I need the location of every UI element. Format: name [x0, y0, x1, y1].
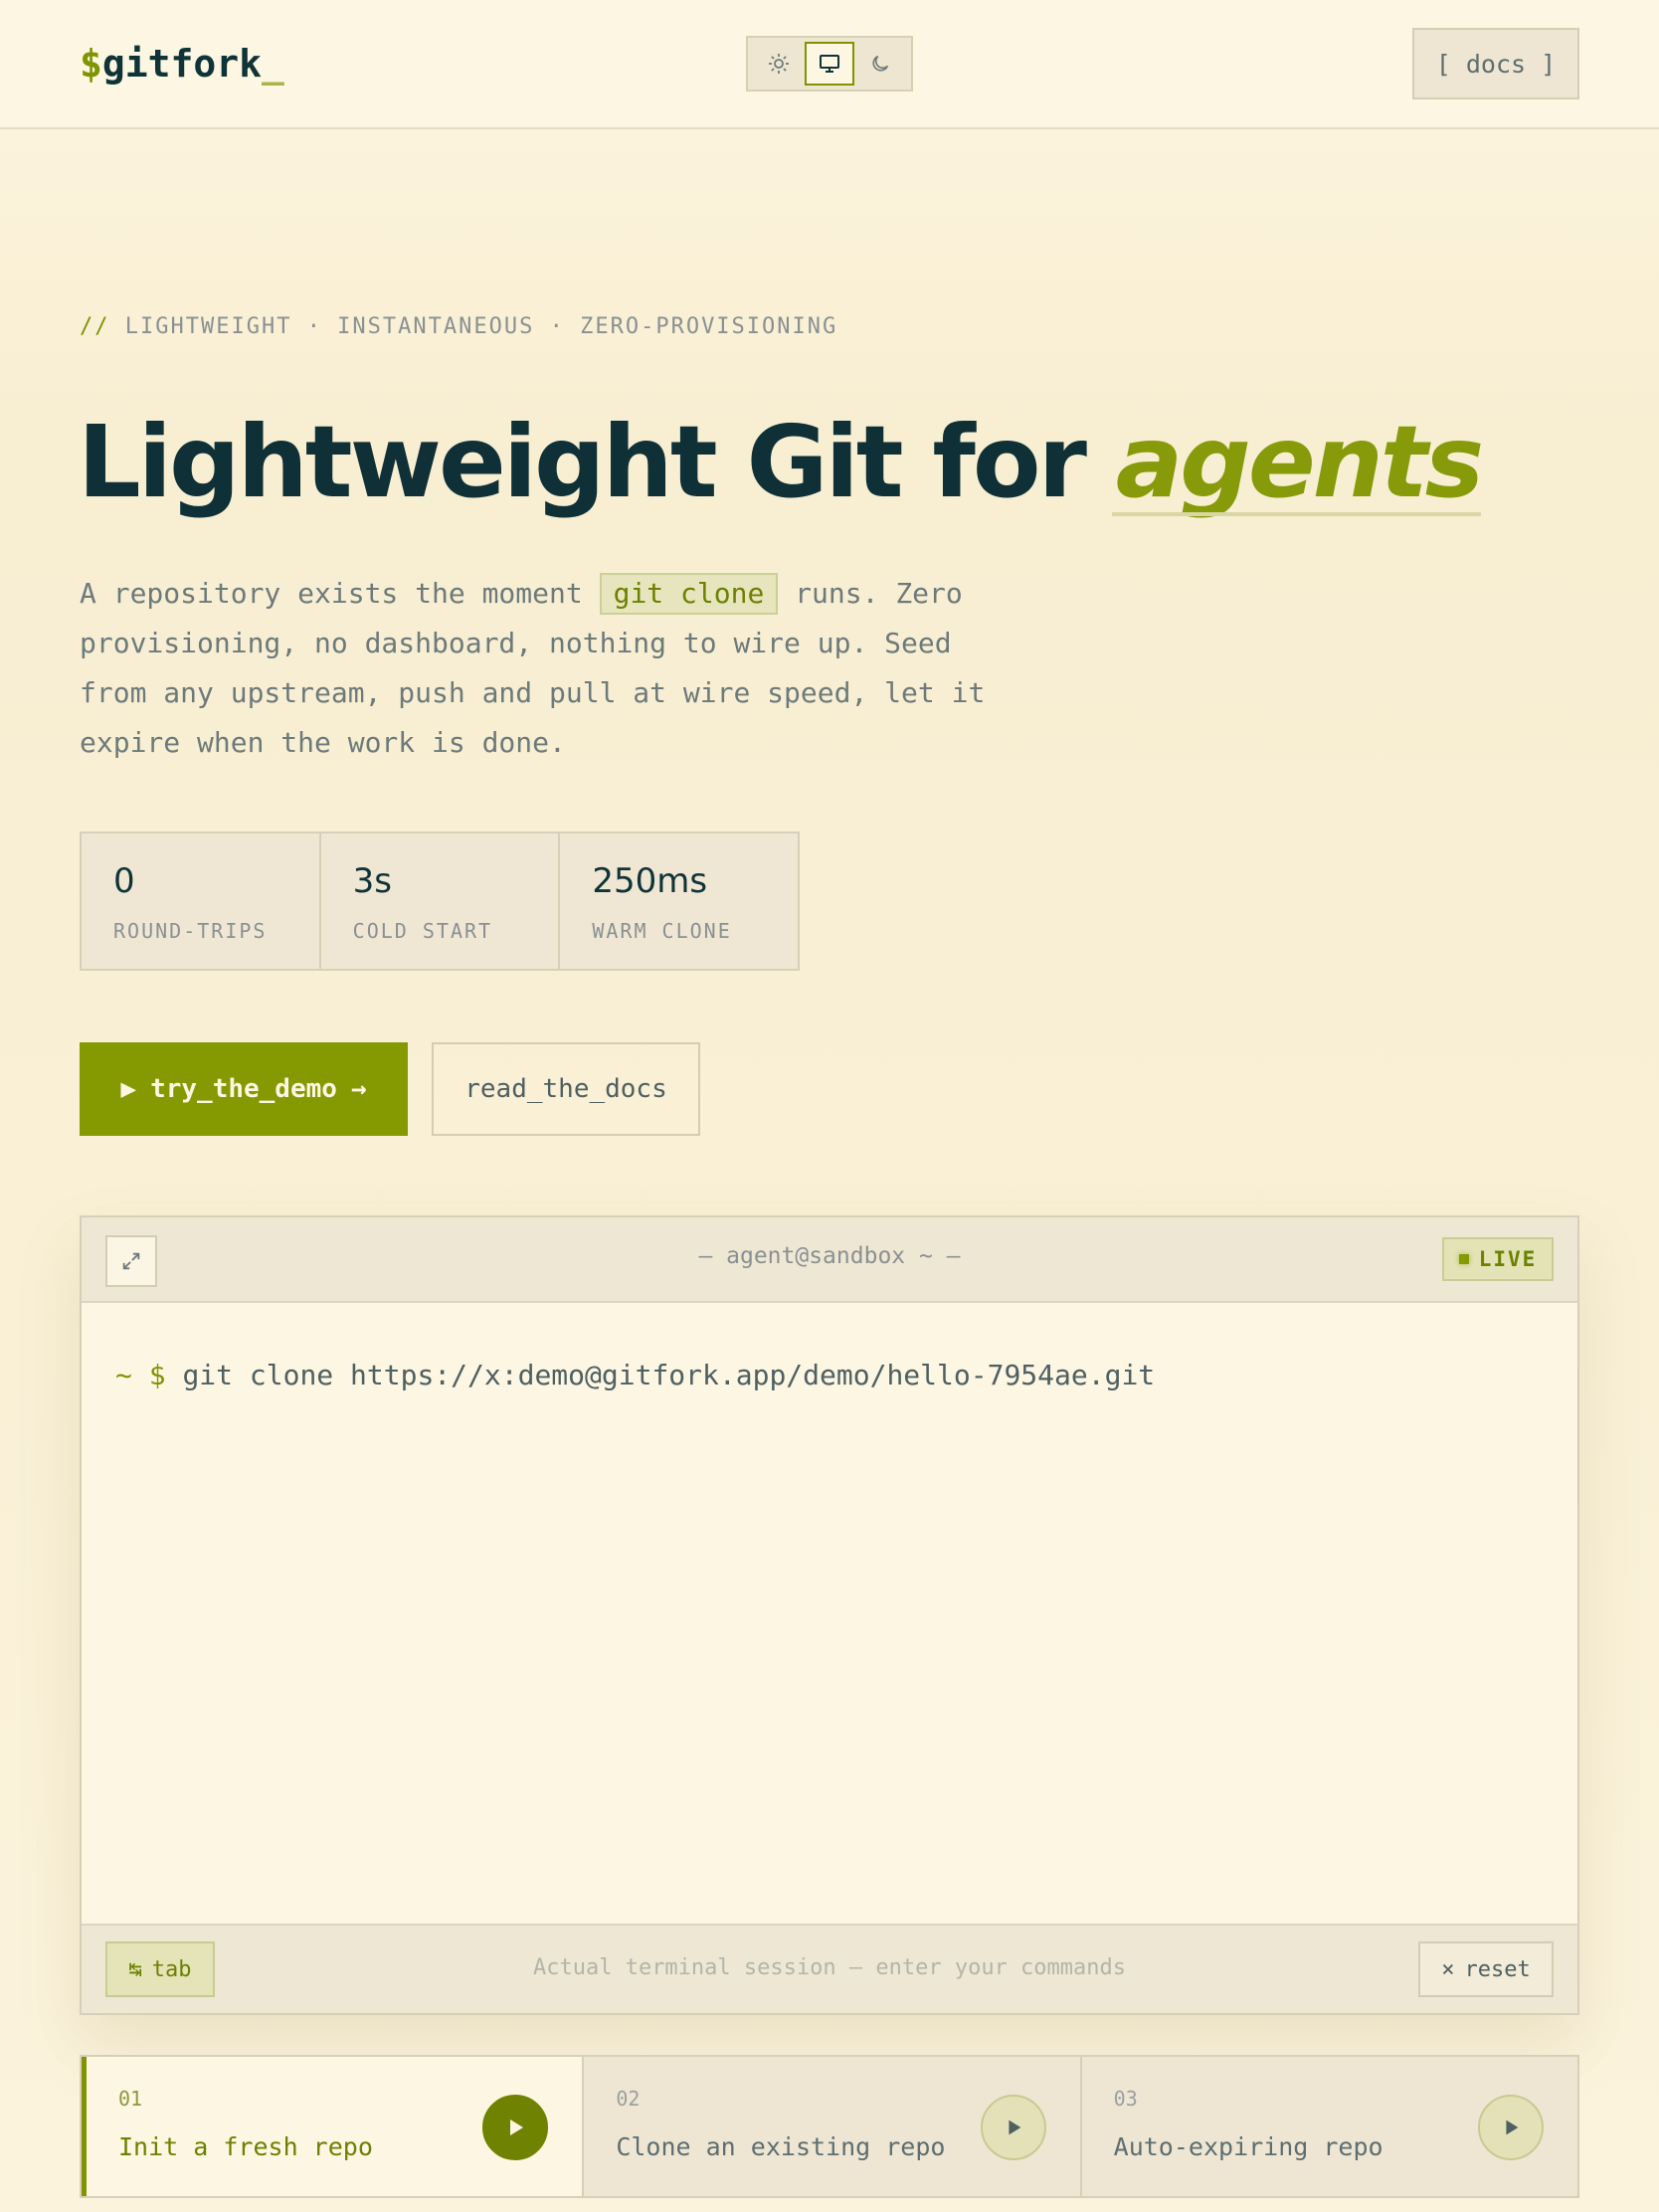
step-number: 03: [1113, 2087, 1138, 2111]
terminal-window: — agent@sandbox ~ — LIVE ~ $ git clone h…: [80, 1215, 1579, 2015]
terminal-title: — agent@sandbox ~ —: [698, 1243, 961, 1269]
step-auto-expiring-repo[interactable]: 03 Auto-expiring repo: [1081, 2057, 1577, 2196]
sun-icon: [769, 54, 790, 74]
stat-value: 3s: [352, 861, 393, 901]
stat-label: ROUND-TRIPS: [113, 919, 268, 943]
play-icon: [510, 2120, 524, 2135]
demo-steps: 01 Init a fresh repo 02 Clone an existin…: [80, 2055, 1579, 2198]
terminal-prompt: ~ $: [115, 1359, 166, 1391]
hero-eyebrow: // LIGHTWEIGHT · INSTANTANEOUS · ZERO-PR…: [80, 314, 837, 339]
live-dot-icon: [1458, 1254, 1469, 1264]
step-init-repo[interactable]: 01 Init a fresh repo: [82, 2057, 585, 2196]
step-clone-repo[interactable]: 02 Clone an existing repo: [584, 2057, 1082, 2196]
stat-cold-start: 3s COLD START: [321, 833, 561, 969]
arrow-right-icon: →: [350, 1074, 367, 1104]
stat-value: 250ms: [592, 861, 708, 901]
play-button[interactable]: [980, 2095, 1046, 2160]
moon-icon: [872, 55, 888, 72]
docs-button[interactable]: [ docs ]: [1412, 28, 1579, 99]
stat-warm-clone: 250ms WARM CLONE: [560, 833, 798, 969]
stat-round-trips: 0 ROUND-TRIPS: [82, 833, 321, 969]
lede-before: A repository exists the moment: [80, 577, 600, 610]
site-header: $ gitfork _ [ docs ]: [0, 0, 1659, 129]
monitor-icon: [819, 55, 839, 73]
reset-label: reset: [1464, 1956, 1531, 1982]
live-label: LIVE: [1478, 1247, 1538, 1271]
play-triangle-icon: ▶: [120, 1074, 137, 1104]
theme-system-button[interactable]: [804, 42, 854, 86]
step-number: 01: [118, 2087, 143, 2111]
terminal-hint: Actual terminal session — enter your com…: [532, 1955, 1127, 1980]
reset-button[interactable]: × reset: [1418, 1941, 1554, 1997]
logo-dollar: $: [80, 42, 102, 86]
play-icon: [1506, 2120, 1519, 2135]
hero-description: A repository exists the moment git clone…: [80, 569, 1014, 768]
play-icon: [1009, 2120, 1020, 2135]
close-icon: ×: [1441, 1956, 1455, 1982]
stat-label: WARM CLONE: [592, 919, 732, 943]
theme-dark-button[interactable]: [855, 42, 905, 86]
try-demo-label: try_the_demo: [150, 1074, 337, 1104]
play-button[interactable]: [1477, 2095, 1544, 2160]
try-demo-button[interactable]: ▶ try_the_demo →: [80, 1042, 408, 1136]
read-docs-button[interactable]: read_the_docs: [432, 1042, 700, 1136]
stat-value: 0: [113, 861, 135, 901]
theme-switcher: [746, 36, 913, 92]
headline-main: Lightweight Git for: [78, 404, 1116, 520]
theme-light-button[interactable]: [754, 42, 804, 86]
inline-code-chip: git clone: [599, 573, 779, 615]
terminal-command-line[interactable]: ~ $ git clone https://x:demo@gitfork.app…: [115, 1359, 1155, 1391]
step-number: 02: [616, 2087, 641, 2111]
stats-panel: 0 ROUND-TRIPS 3s COLD START 250ms WARM C…: [80, 831, 800, 971]
terminal-command: git clone https://x:demo@gitfork.app/dem…: [182, 1359, 1156, 1391]
terminal-titlebar: — agent@sandbox ~ — LIVE: [82, 1217, 1577, 1303]
eyebrow-text: LIGHTWEIGHT · INSTANTANEOUS · ZERO-PROVI…: [124, 314, 838, 339]
terminal-footer: ↹ tab Actual terminal session — enter yo…: [82, 1924, 1577, 2013]
logo-text: gitfork: [101, 42, 263, 86]
eyebrow-slashes: //: [80, 314, 110, 339]
page-title: Lightweight Git for agents: [78, 398, 1484, 527]
live-badge: LIVE: [1442, 1237, 1554, 1281]
logo[interactable]: $ gitfork _: [80, 38, 284, 90]
stat-label: COLD START: [352, 919, 493, 943]
headline-accent: agents: [1115, 404, 1484, 520]
logo-cursor: _: [262, 42, 284, 86]
play-button[interactable]: [482, 2095, 549, 2160]
